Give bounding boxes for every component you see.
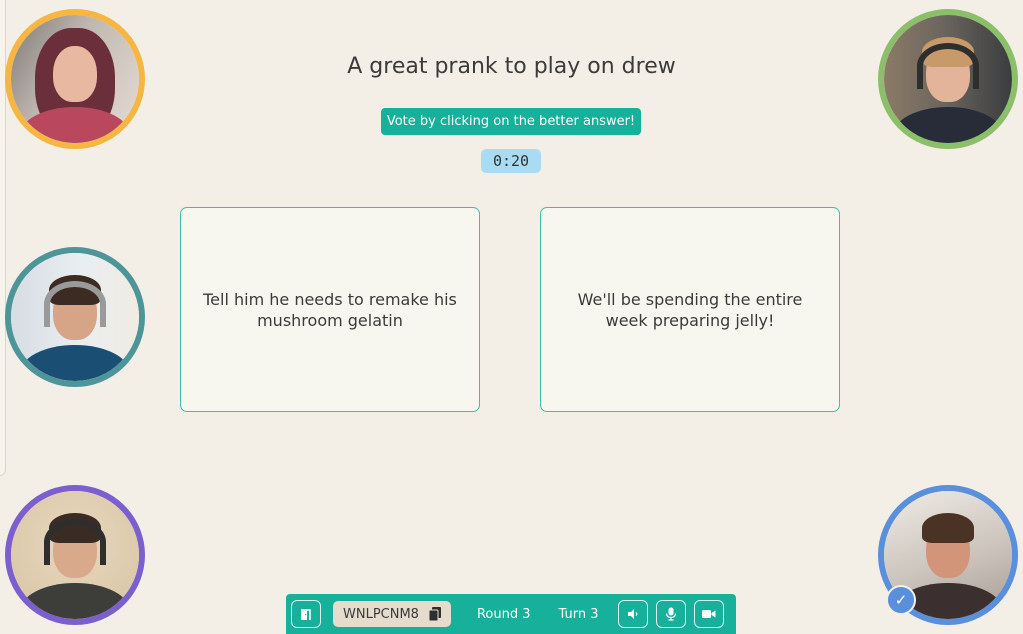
video-camera-icon xyxy=(702,610,716,618)
answer-text: We'll be spending the entire week prepar… xyxy=(577,289,803,330)
answer-text: Tell him he needs to remake his mushroom… xyxy=(203,289,457,330)
round-indicator: Round 3 xyxy=(476,606,531,622)
headphones xyxy=(44,519,106,566)
copy-icon xyxy=(428,607,441,621)
camera-toggle-button[interactable] xyxy=(694,600,725,628)
speaker-icon xyxy=(628,609,638,619)
game-toolbar: WNLPCNM8 Round 3 Turn 3 xyxy=(286,594,736,634)
player-video-top-right[interactable] xyxy=(878,9,1018,149)
player-video-feed xyxy=(11,253,139,381)
turn-indicator: Turn 3 xyxy=(558,606,599,622)
microphone-icon xyxy=(666,607,677,621)
player-video-top-left[interactable] xyxy=(5,9,145,149)
prompt-title: A great prank to play on drew xyxy=(347,54,676,79)
countdown-timer: 0:20 xyxy=(481,149,541,173)
player-video-bottom-left[interactable] xyxy=(5,485,145,625)
answer-card-b[interactable]: We'll be spending the entire week prepar… xyxy=(540,207,840,412)
headphones xyxy=(44,281,106,328)
room-code-copy-button[interactable]: WNLPCNM8 xyxy=(333,601,451,627)
leave-game-button[interactable] xyxy=(291,600,321,628)
player-video-feed xyxy=(884,15,1012,143)
player-video-middle-left[interactable] xyxy=(5,247,145,387)
player-video-bottom-right[interactable]: ✓ xyxy=(878,485,1018,625)
speaker-toggle-button[interactable] xyxy=(618,600,649,628)
answer-card-a[interactable]: Tell him he needs to remake his mushroom… xyxy=(180,207,480,412)
room-code: WNLPCNM8 xyxy=(343,606,419,622)
microphone-toggle-button[interactable] xyxy=(656,600,687,628)
player-video-feed xyxy=(11,15,139,143)
vote-instruction-banner: Vote by clicking on the better answer! xyxy=(381,108,641,135)
player-video-feed xyxy=(11,491,139,619)
voted-check-icon: ✓ xyxy=(886,585,916,615)
door-exit-icon xyxy=(301,609,311,620)
